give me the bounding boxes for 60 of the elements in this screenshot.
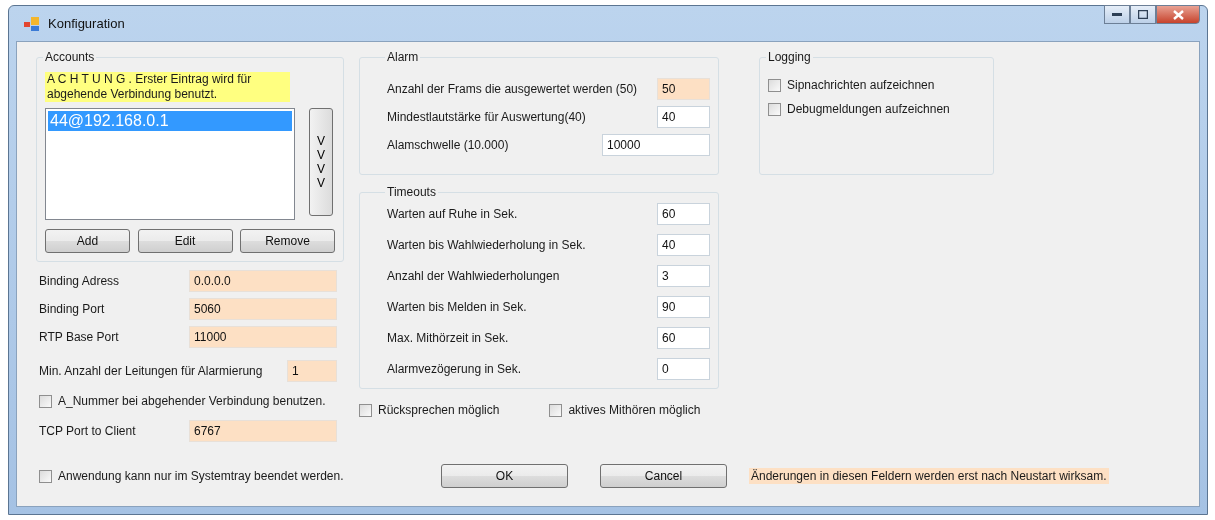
input-field[interactable]: 50 [657, 78, 710, 100]
checkbox[interactable] [39, 394, 52, 408]
group-title: Alarm [386, 50, 420, 64]
field-label: Mindestlautstärke für Auswertung(40) [387, 110, 586, 124]
maximize-icon [1138, 10, 1148, 19]
field-label: Binding Port [39, 302, 105, 316]
close-icon [1172, 9, 1184, 20]
checkbox[interactable] [768, 78, 781, 92]
field-label: TCP Port to Client [39, 424, 136, 438]
field-label: Anzahl der Frams die ausgewertet werden (50) [387, 82, 638, 96]
input-field[interactable]: 0.0.0.0 [189, 270, 337, 292]
dialog-button[interactable]: Cancel [600, 464, 727, 488]
input-field[interactable]: 10000 [602, 134, 710, 156]
window-title: Konfiguration [48, 16, 125, 31]
checkbox[interactable] [768, 102, 781, 116]
move-button[interactable]: V V V V [309, 108, 333, 216]
input-field[interactable]: 60 [657, 203, 710, 225]
field-label: Warten bis Wahlwiederholung in Sek. [387, 238, 586, 252]
group-title: Accounts [44, 50, 96, 64]
input-field[interactable]: 40 [657, 234, 710, 256]
field-label: Alarmvezögerung in Sek. [387, 362, 522, 376]
minimize-icon [1112, 12, 1122, 17]
group-title: Logging [767, 50, 812, 64]
restart-note: Änderungen in diesen Feldern werden erst nach Neustart wirksam. [749, 468, 1109, 484]
input-field[interactable]: 3 [657, 265, 710, 287]
group-title: Timeouts [386, 185, 437, 199]
input-field[interactable]: 0 [657, 358, 710, 380]
checkbox-label: aktives Mithören möglich [568, 403, 701, 417]
checkbox-label: Debugmeldungen aufzeichnen [787, 102, 950, 116]
maximize-button[interactable] [1130, 5, 1156, 24]
checkbox[interactable] [549, 403, 563, 417]
checkbox-label: Sipnachrichten aufzeichnen [787, 78, 935, 92]
field-label: Warten bis Melden in Sek. [387, 300, 527, 314]
input-field[interactable]: 1 [287, 360, 337, 382]
field-label: Warten auf Ruhe in Sek. [387, 207, 518, 221]
input-field[interactable]: 6767 [189, 420, 337, 442]
account-button[interactable]: Remove [240, 229, 335, 253]
input-field[interactable]: 90 [657, 296, 710, 318]
checkbox-label: Rücksprechen möglich [378, 403, 500, 417]
field-label: Min. Anzahl der Leitungen für Alarmierung [39, 364, 263, 378]
field-label: Alamschwelle (10.000) [387, 138, 509, 152]
input-field[interactable]: 40 [657, 106, 710, 128]
checkbox-label: A_Nummer bei abgehender Verbindung benutzen. [58, 394, 326, 408]
input-field[interactable]: 60 [657, 327, 710, 349]
field-label: RTP Base Port [39, 330, 119, 344]
input-field[interactable]: 11000 [189, 326, 337, 348]
dialog-button[interactable]: OK [441, 464, 568, 488]
input-field[interactable]: 5060 [189, 298, 337, 320]
checkbox[interactable] [39, 469, 52, 483]
app-icon [24, 16, 40, 31]
warning-notice: A C H T U N G . Erster Eintrag wird für abgehende Verbindung benutzt. [45, 72, 290, 102]
account-button[interactable]: Edit [137, 229, 233, 253]
field-label: Anzahl der Wahlwiederholungen [387, 269, 560, 283]
checkbox-label: Anwendung kann nur im Systemtray beendet werden. [58, 469, 344, 483]
field-label: Binding Adress [39, 274, 120, 288]
close-button[interactable] [1156, 5, 1200, 24]
checkbox[interactable] [359, 403, 372, 417]
account-button[interactable]: Add [45, 229, 130, 253]
minimize-button[interactable] [1104, 5, 1130, 24]
field-label: Max. Mithörzeit in Sek. [387, 331, 509, 345]
